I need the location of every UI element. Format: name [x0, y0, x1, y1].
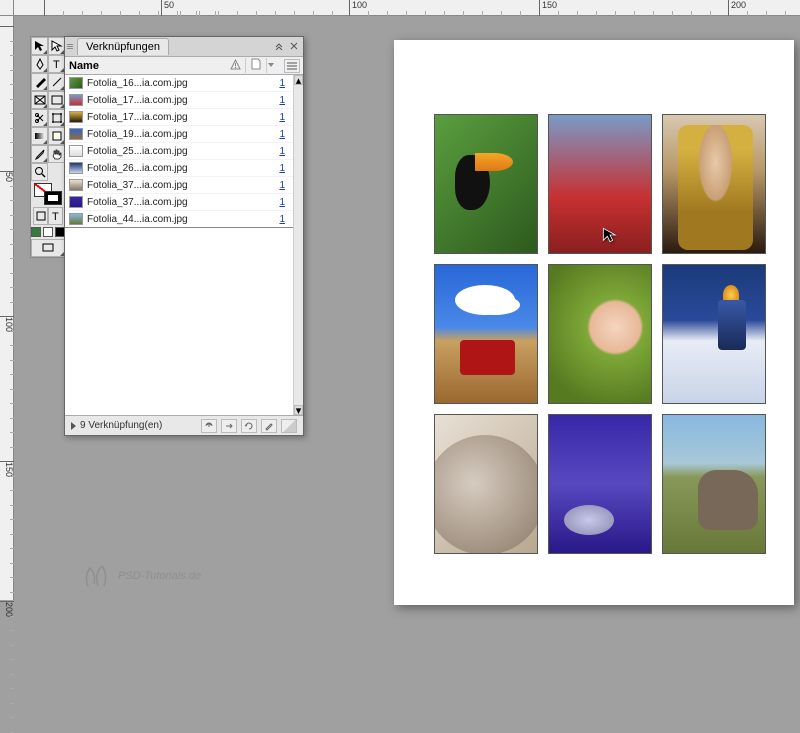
rectangle-frame-tool[interactable]	[31, 91, 48, 109]
placed-image[interactable]	[434, 414, 538, 554]
placed-image[interactable]	[662, 264, 766, 404]
hand-tool[interactable]	[48, 145, 65, 163]
ruler-vertical: 50100150200	[0, 16, 14, 600]
expand-icon[interactable]	[71, 422, 76, 430]
placed-image[interactable]	[548, 414, 652, 554]
panel-menu-icon[interactable]	[284, 59, 300, 73]
formatting-text[interactable]: T	[48, 207, 63, 225]
pen-tool[interactable]	[31, 55, 48, 73]
goto-link-button[interactable]	[221, 419, 237, 433]
link-row[interactable]: Fotolia_19...ia.com.jpg1	[65, 126, 303, 143]
link-thumbnail	[69, 128, 83, 140]
edit-original-button[interactable]	[261, 419, 277, 433]
panel-status-bar: 9 Verknüpfung(en)	[65, 415, 303, 435]
link-thumbnail	[69, 196, 83, 208]
link-row[interactable]: Fotolia_37...ia.com.jpg1	[65, 177, 303, 194]
link-filename: Fotolia_44...ia.com.jpg	[87, 214, 279, 225]
apply-color[interactable]	[31, 227, 41, 237]
column-status-icon[interactable]	[225, 59, 245, 73]
panel-header-row[interactable]: Name	[65, 57, 303, 75]
document-area: T	[14, 16, 800, 600]
stroke-swatch[interactable]	[44, 191, 62, 205]
link-row[interactable]: Fotolia_17...ia.com.jpg1	[65, 92, 303, 109]
column-page-icon[interactable]	[245, 58, 267, 73]
relink-button[interactable]	[201, 419, 217, 433]
link-filename: Fotolia_16...ia.com.jpg	[87, 78, 279, 89]
selection-tool[interactable]	[31, 37, 48, 55]
ruler-horizontal: 50100150200	[14, 0, 800, 16]
zoom-tool[interactable]	[31, 163, 48, 181]
link-thumbnail	[69, 111, 83, 123]
gradient-tool[interactable]	[31, 127, 48, 145]
resize-grip[interactable]	[281, 419, 297, 433]
toolbox: T	[30, 36, 66, 258]
status-text: 9 Verknüpfung(en)	[80, 420, 197, 431]
close-icon[interactable]	[288, 40, 300, 52]
svg-text:T: T	[53, 59, 60, 70]
link-filename: Fotolia_17...ia.com.jpg	[87, 112, 279, 123]
ruler-origin	[0, 0, 14, 16]
link-row[interactable]: Fotolia_44...ia.com.jpg1	[65, 211, 303, 228]
link-filename: Fotolia_25...ia.com.jpg	[87, 146, 279, 157]
placed-image[interactable]	[434, 264, 538, 404]
color-swatches[interactable]: T	[31, 181, 65, 239]
panel-tab-bar[interactable]: Verknüpfungen	[65, 37, 303, 57]
link-filename: Fotolia_17...ia.com.jpg	[87, 95, 279, 106]
apply-none[interactable]	[43, 227, 53, 237]
placed-image[interactable]	[548, 114, 652, 254]
scroll-up-icon[interactable]: ▴	[294, 75, 303, 85]
document-page[interactable]	[394, 40, 794, 605]
panel-grip[interactable]	[65, 38, 75, 56]
type-tool[interactable]: T	[48, 55, 65, 73]
note-tool[interactable]	[48, 127, 65, 145]
link-thumbnail	[69, 179, 83, 191]
panel-scrollbar[interactable]: ▴ ▾	[293, 75, 303, 415]
links-panel: Verknüpfungen Name Fotolia_16...ia.com.j…	[64, 36, 304, 436]
direct-selection-tool[interactable]	[48, 37, 65, 55]
update-link-button[interactable]	[241, 419, 257, 433]
link-row[interactable]: Fotolia_26...ia.com.jpg1	[65, 160, 303, 177]
link-thumbnail	[69, 94, 83, 106]
line-tool[interactable]	[48, 73, 65, 91]
mouse-cursor	[602, 227, 618, 243]
eyedropper-tool[interactable]	[31, 145, 48, 163]
link-filename: Fotolia_19...ia.com.jpg	[87, 129, 279, 140]
free-transform-tool[interactable]	[48, 109, 65, 127]
panel-body: Fotolia_16...ia.com.jpg1Fotolia_17...ia.…	[65, 75, 303, 415]
placed-image[interactable]	[434, 114, 538, 254]
svg-text:T: T	[52, 211, 59, 222]
screen-mode[interactable]	[31, 239, 65, 257]
link-thumbnail	[69, 213, 83, 225]
collapse-icon[interactable]	[273, 40, 285, 52]
link-filename: Fotolia_37...ia.com.jpg	[87, 180, 279, 191]
rectangle-tool[interactable]	[48, 91, 65, 109]
column-name[interactable]: Name	[69, 60, 225, 72]
link-thumbnail	[69, 77, 83, 89]
link-row[interactable]: Fotolia_37...ia.com.jpg1	[65, 194, 303, 211]
formatting-container[interactable]	[33, 207, 48, 225]
placed-image[interactable]	[662, 114, 766, 254]
scissors-tool[interactable]	[31, 109, 48, 127]
link-row[interactable]: Fotolia_17...ia.com.jpg1	[65, 109, 303, 126]
scroll-down-icon[interactable]: ▾	[294, 405, 303, 415]
link-row[interactable]: Fotolia_16...ia.com.jpg1	[65, 75, 303, 92]
link-thumbnail	[69, 145, 83, 157]
panel-tab-links[interactable]: Verknüpfungen	[77, 38, 169, 55]
link-row[interactable]: Fotolia_25...ia.com.jpg1	[65, 143, 303, 160]
link-thumbnail	[69, 162, 83, 174]
link-filename: Fotolia_37...ia.com.jpg	[87, 197, 279, 208]
placed-image[interactable]	[548, 264, 652, 404]
placed-image[interactable]	[662, 414, 766, 554]
link-filename: Fotolia_26...ia.com.jpg	[87, 163, 279, 174]
pencil-tool[interactable]	[31, 73, 48, 91]
watermark: PSD-Tutorials.de	[80, 562, 201, 590]
image-grid	[434, 114, 766, 554]
